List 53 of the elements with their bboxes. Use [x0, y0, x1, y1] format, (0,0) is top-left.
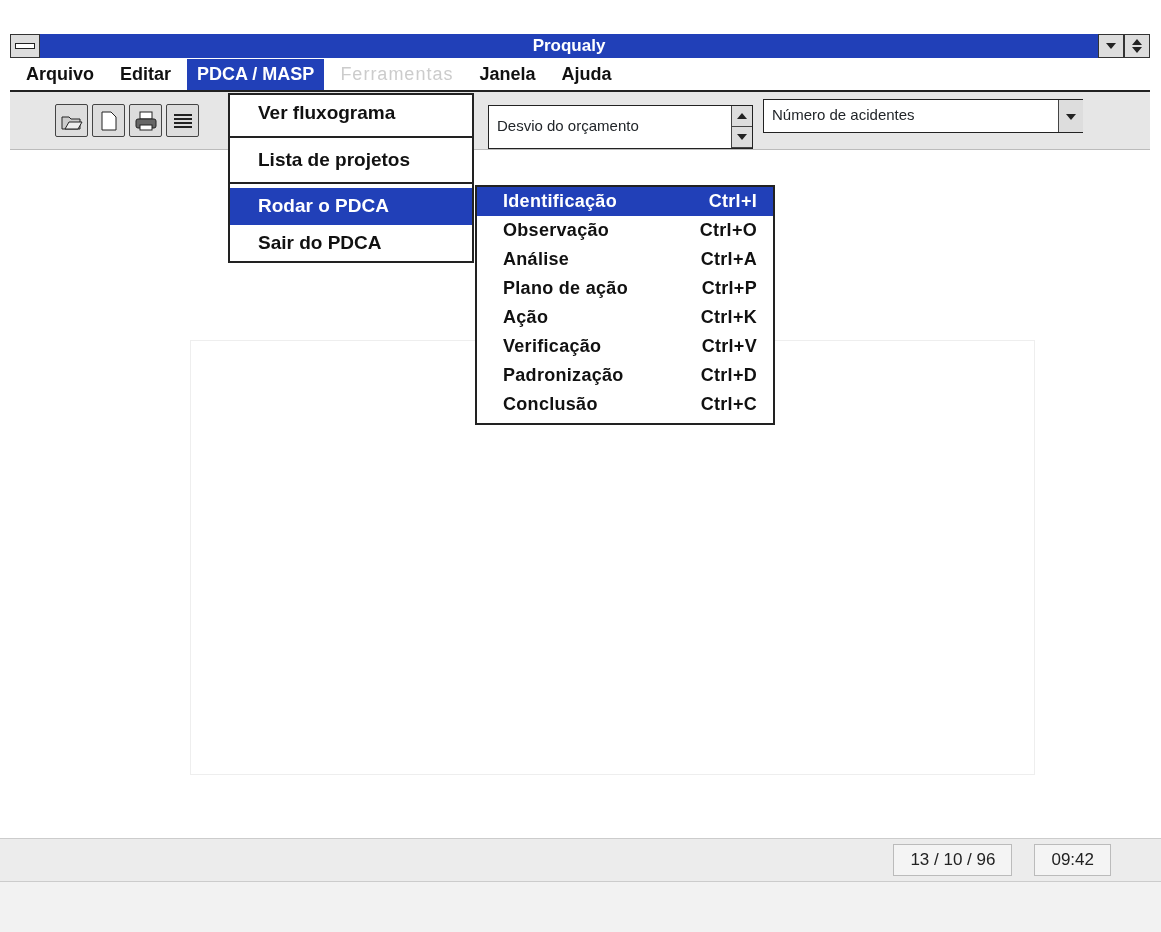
item-label: Verificação [503, 335, 602, 358]
item-label: Plano de ação [503, 277, 628, 300]
shortcut-label: Ctrl+P [701, 277, 757, 300]
minimize-icon [1106, 43, 1116, 49]
menu-item[interactable]: Janela [469, 58, 546, 90]
date-display: 13 / 10 / 96 [893, 844, 1013, 876]
shortcut-label: Ctrl+D [700, 364, 757, 387]
restore-button[interactable] [1124, 34, 1150, 58]
print-button[interactable] [129, 104, 162, 137]
indicator-spin-field[interactable]: Desvio do orçamento [488, 104, 753, 149]
submenu-item[interactable]: Plano de ação Ctrl+P [477, 274, 773, 303]
submenu-item[interactable]: Observação Ctrl+O [477, 216, 773, 245]
submenu-item[interactable]: Verificação Ctrl+V [477, 332, 773, 361]
submenu-item[interactable]: Conclusão Ctrl+C [477, 390, 773, 419]
menu-item[interactable]: Sair do PDCA [230, 224, 472, 261]
item-label: Observação [503, 219, 610, 242]
item-label: Padronização [503, 364, 624, 387]
spin-up-icon[interactable] [732, 105, 752, 127]
shortcut-label: Ctrl+V [701, 335, 757, 358]
shortcut-label: Ctrl+K [700, 306, 757, 329]
menu-item[interactable]: Editar [110, 58, 182, 90]
menu-item[interactable]: Arquivo [16, 58, 104, 90]
system-menu-box[interactable] [10, 34, 40, 58]
spin-down-icon[interactable] [732, 126, 752, 148]
menu-item[interactable]: Ver fluxograma [230, 95, 472, 132]
menu-item[interactable]: Lista de projetos [230, 141, 472, 178]
restore-icon [1132, 39, 1142, 53]
submenu-item[interactable]: Análise Ctrl+A [477, 245, 773, 274]
printer-icon [134, 110, 157, 131]
menu-item[interactable]: PDCA / MASP [187, 58, 325, 90]
submenu-item[interactable]: Ação Ctrl+K [477, 303, 773, 332]
item-label: Identificação [503, 190, 617, 213]
lines-icon [173, 112, 192, 129]
menu-item[interactable]: Ajuda [551, 58, 622, 90]
menu-icon [15, 43, 35, 49]
minimize-button[interactable] [1098, 34, 1124, 58]
shortcut-label: Ctrl+O [699, 219, 757, 242]
shortcut-label: Ctrl+I [708, 190, 757, 213]
menu-item[interactable]: Rodar o PDCA [230, 188, 472, 225]
submenu-item[interactable]: Padronização Ctrl+D [477, 361, 773, 390]
open-button[interactable] [55, 104, 88, 137]
list-button[interactable] [166, 104, 199, 137]
new-button[interactable] [92, 104, 125, 137]
shortcut-label: Ctrl+C [700, 393, 757, 416]
item-label: Conclusão [503, 393, 598, 416]
document-icon [100, 110, 117, 131]
window-title: Proqualy [40, 34, 1098, 58]
shortcut-label: Ctrl+A [700, 248, 757, 271]
submenu-item[interactable]: Identificação Ctrl+I [477, 187, 773, 216]
time-display: 09:42 [1034, 844, 1111, 876]
indicator-dropdown[interactable]: Número de acidentes [763, 98, 1083, 133]
item-label: Ação [503, 306, 549, 329]
item-label: Análise [503, 248, 570, 271]
